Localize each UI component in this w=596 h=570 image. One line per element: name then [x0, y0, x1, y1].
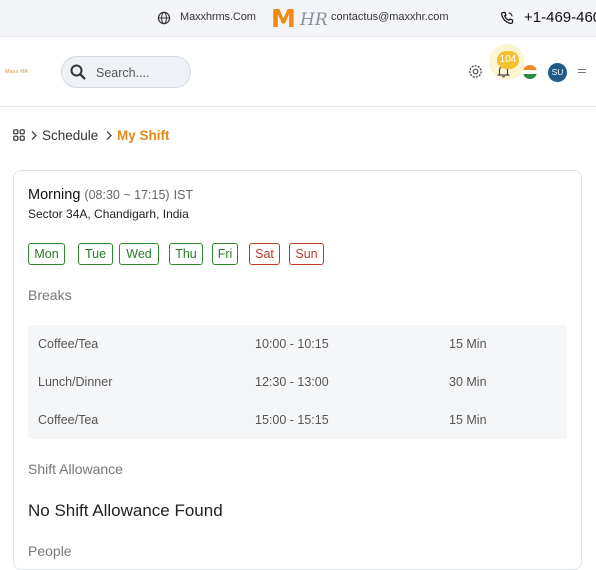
search-input[interactable]	[96, 64, 186, 81]
shift-allowance-heading: Shift Allowance	[28, 461, 123, 477]
search-icon	[70, 64, 86, 80]
break-name: Coffee/Tea	[38, 337, 99, 351]
breadcrumb-my-shift: My Shift	[117, 128, 170, 143]
breaks-table: Coffee/Tea 10:00 - 10:15 15 Min Lunch/Di…	[28, 325, 567, 439]
logo-hr: HR	[300, 10, 328, 30]
break-row: Coffee/Tea 15:00 - 15:15 15 Min	[28, 401, 567, 439]
chevron-right-icon	[106, 131, 112, 140]
menu-icon[interactable]	[578, 69, 586, 75]
break-duration: 15 Min	[449, 337, 487, 351]
shift-name: Morning	[28, 187, 81, 203]
top-contact-bar: Maxxhrms.Com M HR contactus@maxxhr.com +…	[0, 0, 596, 37]
shift-card: Morning (08:30 ~ 17:15) IST Sector 34A, …	[13, 170, 582, 570]
app-header: Maxx HR 104 SU	[0, 37, 596, 107]
phone-icon	[500, 11, 514, 25]
day-chip-sun: Sun	[289, 243, 324, 265]
maxxhr-logo[interactable]: M HR	[271, 4, 328, 33]
people-heading: People	[28, 543, 72, 559]
break-time: 15:00 - 15:15	[255, 413, 329, 427]
website-link[interactable]: Maxxhrms.Com	[180, 11, 256, 23]
no-allowance-message: No Shift Allowance Found	[28, 501, 223, 520]
break-duration: 30 Min	[449, 375, 487, 389]
search-box[interactable]	[61, 56, 191, 88]
logo-m: M	[271, 4, 296, 33]
break-time: 12:30 - 13:00	[255, 375, 329, 389]
globe-icon	[157, 11, 171, 25]
day-chip-fri: Fri	[212, 243, 238, 265]
india-flag-icon[interactable]	[523, 65, 537, 79]
contact-phone[interactable]: +1-469-460-1	[524, 9, 596, 26]
break-name: Coffee/Tea	[38, 413, 99, 427]
day-chip-mon: Mon	[28, 243, 65, 265]
shift-timezone: IST	[173, 188, 194, 202]
day-chip-thu: Thu	[169, 243, 203, 265]
dashboard-grid-icon[interactable]	[13, 129, 25, 141]
settings-gear-icon[interactable]	[467, 63, 484, 80]
breaks-heading: Breaks	[28, 287, 72, 303]
contact-email[interactable]: contactus@maxxhr.com	[331, 11, 449, 23]
break-row: Lunch/Dinner 12:30 - 13:00 30 Min	[28, 363, 567, 401]
break-duration: 15 Min	[449, 413, 487, 427]
shift-time: (08:30 ~ 17:15)	[84, 188, 170, 202]
day-chip-sat: Sat	[249, 243, 280, 265]
user-avatar[interactable]: SU	[548, 63, 567, 82]
day-chip-tue: Tue	[78, 243, 113, 265]
chevron-right-icon	[31, 131, 37, 140]
brand-logo[interactable]: Maxx HR	[5, 69, 28, 75]
day-chip-wed: Wed	[119, 243, 159, 265]
notification-badge: 104	[497, 51, 519, 69]
break-row: Coffee/Tea 10:00 - 10:15 15 Min	[28, 325, 567, 363]
shift-title: Morning (08:30 ~ 17:15) IST	[28, 187, 193, 203]
breadcrumb-schedule[interactable]: Schedule	[42, 128, 98, 143]
break-time: 10:00 - 10:15	[255, 337, 329, 351]
break-name: Lunch/Dinner	[38, 375, 113, 389]
shift-location: Sector 34A, Chandigarh, India	[28, 207, 189, 221]
